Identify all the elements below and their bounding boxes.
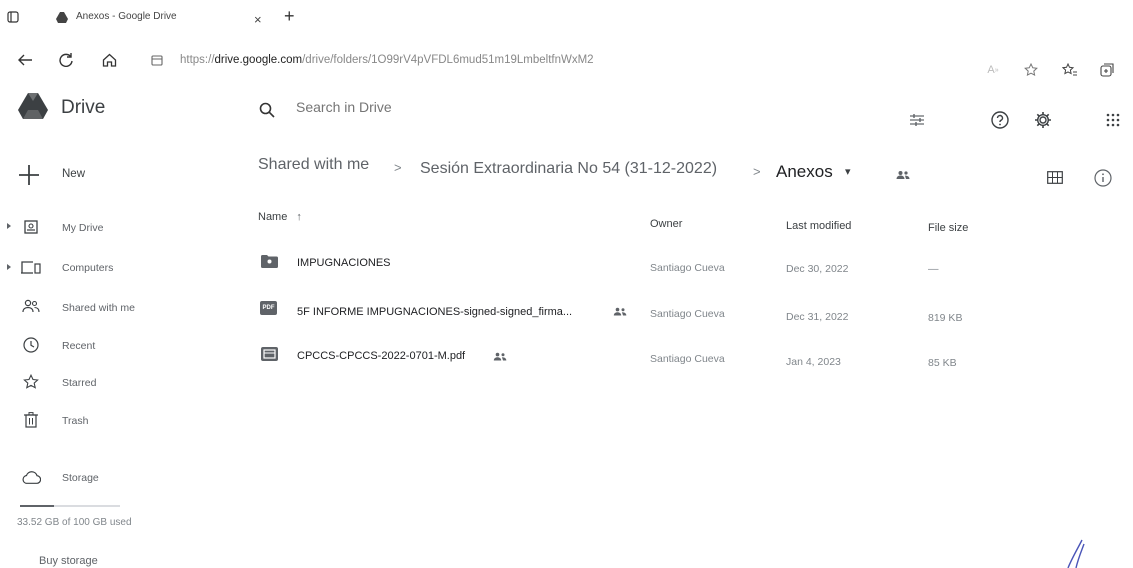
breadcrumb-separator: > (394, 160, 402, 175)
file-name[interactable]: IMPUGNACIONES (297, 257, 391, 269)
file-last-modified: Jan 4, 2023 (786, 356, 841, 368)
shared-folder-icon[interactable] (895, 168, 911, 182)
app-name[interactable]: Drive (61, 97, 105, 119)
breadcrumb-session[interactable]: Sesión Extraordinaria No 54 (31-12-2022) (420, 160, 717, 178)
settings-gear-icon[interactable] (1033, 110, 1053, 130)
cloud-icon (20, 469, 42, 485)
drive-favicon-icon (55, 10, 69, 24)
buy-storage-button[interactable]: Buy storage (39, 555, 98, 567)
file-owner: Santiago Cueva (650, 308, 725, 320)
collections-icon[interactable] (1099, 62, 1115, 78)
breadcrumb-separator: > (753, 164, 761, 179)
new-plus-icon[interactable] (17, 163, 41, 187)
tab-close-button[interactable]: × (254, 12, 262, 27)
my-drive-icon (23, 219, 39, 235)
apps-grid-icon[interactable] (1105, 112, 1121, 128)
sidebar-item-my-drive[interactable]: My Drive (62, 222, 103, 234)
url-domain: drive.google.com (214, 54, 303, 66)
breadcrumb-shared-with-me[interactable]: Shared with me (258, 156, 369, 174)
add-favorite-icon[interactable] (1023, 62, 1039, 78)
storage-used-text: 33.52 GB of 100 GB used (17, 517, 132, 528)
info-icon[interactable] (1093, 168, 1113, 188)
expand-arrow-icon[interactable] (6, 222, 12, 230)
site-info-icon[interactable] (150, 53, 164, 67)
sidebar-item-storage[interactable]: Storage (62, 472, 99, 484)
file-owner: Santiago Cueva (650, 262, 725, 274)
new-tab-button[interactable]: + (284, 6, 295, 27)
url-path: /drive/folders/1O99rV4pVFDL6mud51m19Lmbe… (302, 54, 594, 66)
file-name[interactable]: 5F INFORME IMPUGNACIONES-signed-signed_f… (297, 306, 572, 318)
storage-usage-fill (20, 505, 54, 507)
star-icon (22, 373, 40, 391)
address-bar[interactable]: https://drive.google.com/drive/folders/1… (180, 54, 594, 66)
storage-usage-bar (20, 505, 120, 507)
search-icon[interactable] (258, 101, 276, 119)
shared-file-icon (612, 305, 628, 317)
folder-dropdown-icon[interactable]: ▾ (845, 165, 851, 178)
file-size: — (928, 263, 939, 275)
new-button[interactable]: New (62, 168, 85, 180)
file-last-modified: Dec 30, 2022 (786, 263, 849, 275)
column-header-owner[interactable]: Owner (650, 218, 682, 230)
sidebar-item-shared-with-me[interactable]: Shared with me (62, 302, 135, 314)
pdf-file-icon: PDF (260, 301, 277, 315)
file-last-modified: Dec 31, 2022 (786, 311, 849, 323)
grid-view-icon[interactable] (1046, 169, 1064, 185)
expand-arrow-icon[interactable] (6, 263, 12, 271)
sidebar-item-recent[interactable]: Recent (62, 340, 95, 352)
shared-icon (22, 298, 40, 314)
sidebar-item-starred[interactable]: Starred (62, 377, 96, 389)
tab-actions-icon[interactable] (6, 10, 20, 24)
column-header-last-modified[interactable]: Last modified (786, 220, 851, 232)
shared-file-icon (492, 350, 508, 362)
clock-icon (22, 336, 40, 354)
signature-mark (1050, 538, 1090, 568)
help-icon[interactable] (990, 110, 1010, 130)
document-file-icon (260, 346, 278, 362)
back-icon[interactable] (16, 51, 34, 69)
browser-tab-title[interactable]: Anexos - Google Drive (76, 11, 177, 22)
search-input[interactable] (296, 99, 596, 115)
drive-logo-icon[interactable] (17, 92, 49, 120)
file-name[interactable]: CPCCS-CPCCS-2022-0701-M.pdf (297, 350, 465, 362)
search-options-icon[interactable] (908, 111, 926, 129)
home-icon[interactable] (100, 51, 118, 69)
file-size: 819 KB (928, 312, 963, 324)
column-name-label: Name (258, 211, 288, 223)
computers-icon (21, 259, 41, 275)
breadcrumb-current-folder[interactable]: Anexos (776, 162, 833, 182)
sidebar-item-trash[interactable]: Trash (62, 415, 88, 427)
reload-icon[interactable] (57, 51, 75, 69)
trash-icon (22, 411, 40, 429)
column-header-file-size[interactable]: File size (928, 222, 968, 234)
file-size: 85 KB (928, 357, 957, 369)
read-aloud-icon[interactable]: A» (985, 62, 1001, 78)
favorites-icon[interactable] (1062, 62, 1078, 78)
folder-icon (260, 253, 278, 269)
url-prefix: https:// (180, 54, 215, 66)
column-header-name[interactable]: Name ↑ (258, 211, 302, 223)
file-owner: Santiago Cueva (650, 353, 725, 365)
sort-arrow-icon[interactable]: ↑ (296, 211, 302, 223)
sidebar-item-computers[interactable]: Computers (62, 262, 113, 274)
